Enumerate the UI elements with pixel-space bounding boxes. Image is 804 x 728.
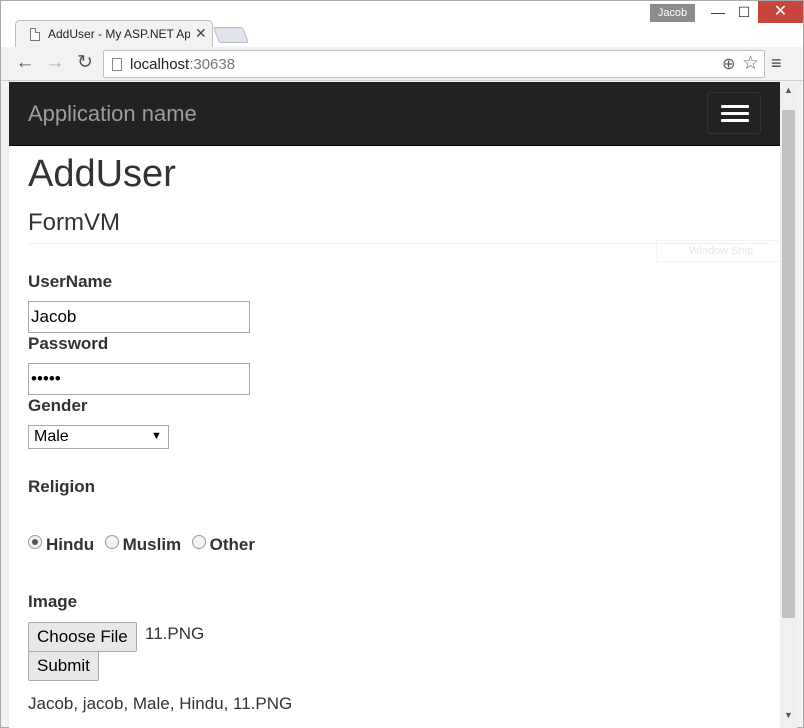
tab-close-icon[interactable]: ✕ [195,25,207,42]
radio-label-hindu: Hindu [46,535,95,554]
tab-adduser[interactable]: AddUser - My ASP.NET Application ✕ [15,20,213,48]
scrollbar-thumb[interactable] [782,110,795,618]
browser-window: Jacob — ☐ ✕ AddUser - My ASP.NET Applica… [0,0,804,728]
form-title: FormVM [28,209,120,236]
minimize-button[interactable]: — [703,1,733,23]
back-arrow-icon[interactable]: ← [13,52,37,76]
site-navbar: Application name [9,82,780,146]
submit-button[interactable]: Submit [28,651,99,681]
gender-selected-value: Male [34,428,69,445]
page-scrollbar[interactable]: ▲ ▼ [780,82,797,728]
radio-muslim[interactable] [104,535,119,549]
religion-radio-group: Hindu Muslim Other [28,535,261,557]
page-icon [30,28,40,41]
result-text: Jacob, jacob, Male, Hindu, 11.PNG [28,694,293,713]
hamburger-bar-icon [721,112,749,115]
username-input[interactable] [28,301,250,333]
tab-title: AddUser - My ASP.NET Application [48,27,190,41]
browser-menu-icon[interactable]: ≡ [771,53,782,74]
dropdown-arrow-icon: ▼ [151,430,162,442]
reload-icon[interactable]: ↻ [73,52,97,76]
username-label: UserName [28,272,113,291]
bookmark-star-icon[interactable]: ☆ [742,52,759,75]
radio-label-muslim: Muslim [122,535,182,554]
url-port: :30638 [189,56,236,73]
url-host: localhost [130,56,190,73]
page-icon [112,58,122,71]
password-label: Password [28,334,109,353]
religion-label: Religion [28,477,96,496]
new-tab-button[interactable] [213,27,249,43]
radio-other[interactable] [191,535,206,549]
image-label: Image [28,592,78,611]
choose-file-button[interactable]: Choose File [28,622,137,652]
maximize-button[interactable]: ☐ [731,1,757,23]
hamburger-bar-icon [721,105,749,108]
forward-arrow-icon[interactable]: → [43,52,67,76]
user-badge: Jacob [650,4,695,22]
zoom-icon[interactable]: ⊕ [722,54,735,74]
hamburger-bar-icon [721,119,749,122]
selected-file-name: 11.PNG [145,624,205,643]
page-title: AddUser [28,153,176,195]
window-snip-overlay: Window Snip [656,240,780,262]
page-viewport: Application name AddUser FormVM Window S… [9,82,780,728]
browser-toolbar: ← → ↻ localhost:30638 ⊕ ☆ ≡ [1,47,803,81]
title-bar: Jacob — ☐ ✕ AddUser - My ASP.NET Applica… [1,1,803,48]
url-text[interactable]: localhost:30638 [130,56,235,73]
scroll-up-arrow-icon[interactable]: ▲ [780,82,797,99]
navbar-toggle-button[interactable] [707,92,761,134]
gender-select[interactable]: Male ▼ [28,425,169,449]
radio-hindu[interactable] [28,535,42,549]
scroll-down-arrow-icon[interactable]: ▼ [780,707,797,724]
close-window-button[interactable]: ✕ [758,1,803,23]
brand-link[interactable]: Application name [28,101,197,127]
password-input[interactable] [28,363,250,395]
radio-label-other: Other [209,535,255,554]
gender-label: Gender [28,396,88,415]
address-bar[interactable]: localhost:30638 ⊕ ☆ [103,50,765,78]
